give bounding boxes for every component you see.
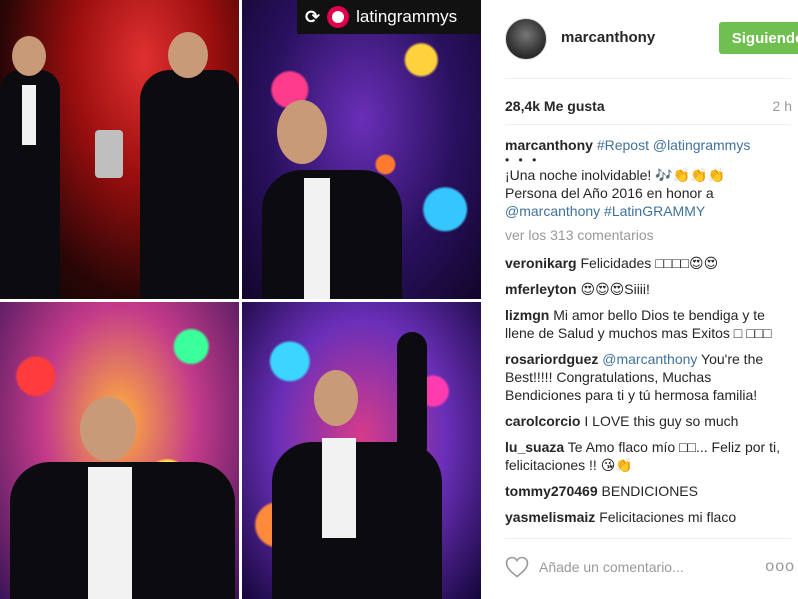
caption-line-1: ¡Una noche inolvidable! 🎶👏👏👏 [505,167,725,183]
post-media[interactable]: ⟳ latingrammys [0,0,481,599]
caption-dots: • • • [505,153,540,167]
comment-username[interactable]: yasmelismaiz [505,509,595,525]
repost-account-name: latingrammys [356,7,458,26]
comments-list[interactable]: marcanthony #Repost @latingrammys • • • … [505,136,785,536]
stats-divider [505,124,791,125]
repost-icon: ⟳ [305,6,321,27]
comment-item: yasmelismaiz Felicitaciones mi flaco [505,508,785,526]
caption-line-2: Persona del Año 2016 en honor a [505,185,714,201]
photo-tile-4 [242,302,481,599]
post-header: marcanthony Siguiendo [505,18,798,60]
comment-item: mferleyton 😍😍😍Siiii! [505,280,785,298]
photo-tile-2 [242,0,481,299]
comment-item: lizmgn Mi amor bello Dios te bendiga y t… [505,306,785,342]
header-divider [505,78,791,79]
caption-username[interactable]: marcanthony [505,137,593,153]
add-comment-input[interactable] [537,554,761,580]
comment-username[interactable]: veronikarg [505,255,577,271]
photo-tile-3 [0,302,239,599]
comment-text: Felicitaciones mi flaco [599,509,737,525]
caption-mention-2[interactable]: @marcanthony [505,203,600,219]
comment-item: lu_suaza Te Amo flaco mío □□... Feliz po… [505,438,785,474]
comment-text: Felicidades □□□□😍😍 [580,255,719,271]
repost-hashtag[interactable]: #Repost [597,137,649,153]
post-time[interactable]: 2 h [773,98,792,114]
comment-text: I LOVE this guy so much [584,413,739,429]
avatar[interactable] [505,18,547,60]
comment-username[interactable]: lizmgn [505,307,549,323]
comment-username[interactable]: mferleyton [505,281,577,297]
likes-count[interactable]: 28,4k Me gusta [505,98,605,114]
photo-tile-1 [0,0,239,299]
repost-badge: ⟳ latingrammys [297,0,481,34]
comment-username[interactable]: tommy270469 [505,483,598,499]
comment-item: tommy270469 BENDICIONES [505,482,785,500]
grammy-logo [327,6,350,28]
comment-text: BENDICIONES [601,483,698,499]
post-caption: marcanthony #Repost @latingrammys • • • … [505,136,785,220]
heart-icon[interactable] [505,556,529,578]
caption-mention[interactable]: @latingrammys [653,137,750,153]
comment-item: veronikarg Felicidades □□□□😍😍 [505,254,785,272]
post-details-panel: marcanthony Siguiendo 28,4k Me gusta 2 h… [481,0,798,599]
post-author-username[interactable]: marcanthony [561,29,655,46]
view-all-comments-link[interactable]: ver los 313 comentarios [505,226,785,244]
more-options-icon[interactable]: ooo [765,558,795,576]
comment-item: carolcorcio I LOVE this guy so much [505,412,785,430]
add-comment-bar: ooo [505,548,795,588]
comment-username[interactable]: lu_suaza [505,439,564,455]
comment-mention[interactable]: @marcanthony [602,351,697,367]
comment-item: rosariordguez @marcanthony You're the Be… [505,350,785,404]
caption-hashtag[interactable]: #LatinGRAMMY [604,203,705,219]
comment-username[interactable]: rosariordguez [505,351,598,367]
comment-text: 😍😍😍Siiii! [580,281,650,297]
comment-username[interactable]: carolcorcio [505,413,580,429]
following-button[interactable]: Siguiendo [719,22,798,54]
comments-divider [505,538,791,539]
